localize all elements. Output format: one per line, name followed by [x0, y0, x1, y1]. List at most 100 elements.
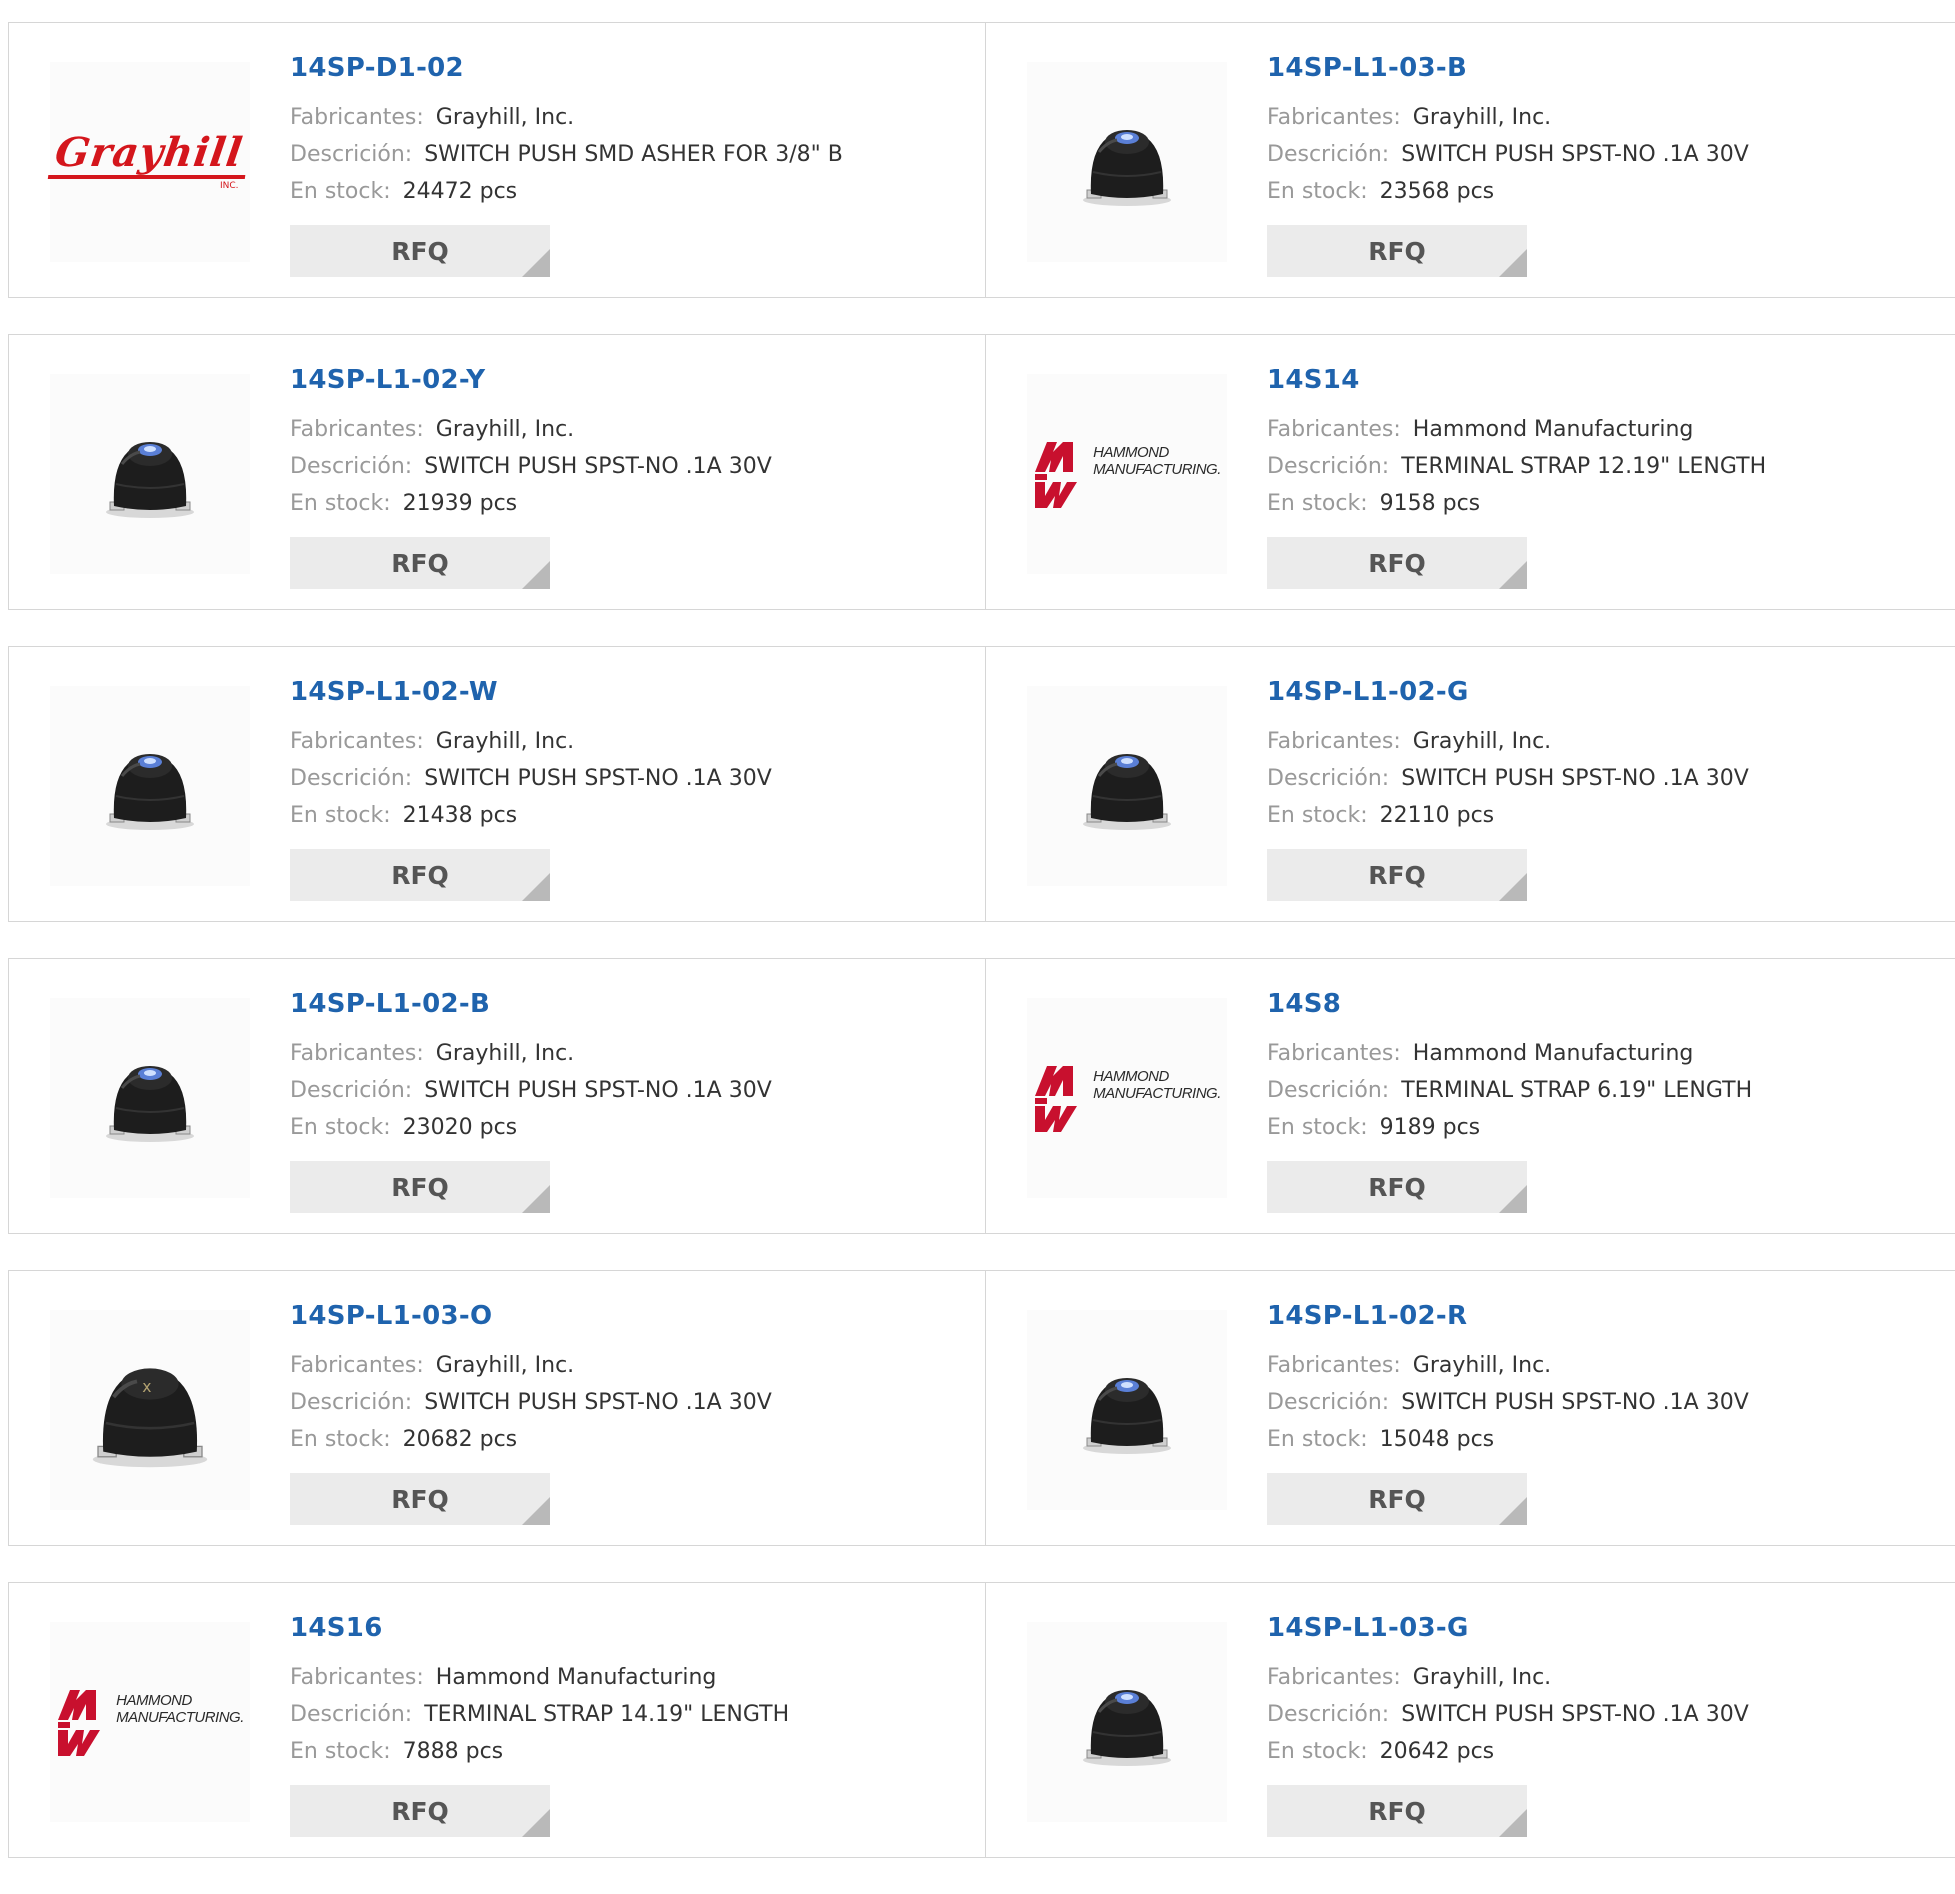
- part-number-link[interactable]: 14SP-L1-02-W: [290, 677, 772, 707]
- stock-label: En stock:: [1267, 1739, 1368, 1764]
- rfq-label: RFQ: [1368, 236, 1426, 266]
- stock-value: 20682 pcs: [402, 1427, 518, 1452]
- description-value: SWITCH PUSH SPST-NO .1A 30V: [1401, 1702, 1749, 1727]
- rfq-label: RFQ: [1368, 1172, 1426, 1202]
- product-card: 14SP-L1-03-B Fabricantes: Grayhill, Inc. …: [985, 22, 1955, 298]
- manufacturer-value: Hammond Manufacturing: [1412, 417, 1694, 442]
- description-row: Descrición: SWITCH PUSH SPST-NO .1A 30V: [1267, 760, 1749, 797]
- product-row: 14SP-L1-02-Y Fabricantes: Grayhill, Inc. …: [8, 334, 1955, 610]
- rfq-button[interactable]: RFQ: [290, 1473, 550, 1525]
- product-image[interactable]: [50, 998, 250, 1198]
- product-image[interactable]: [50, 374, 250, 574]
- manufacturer-value: Hammond Manufacturing: [1412, 1041, 1694, 1066]
- stock-row: En stock: 15048 pcs: [1267, 1421, 1749, 1458]
- hammond-mark-icon: [58, 1690, 101, 1756]
- product-row: 14SP-L1-02-W Fabricantes: Grayhill, Inc. …: [8, 646, 1955, 922]
- product-card: 14SP-L1-02-G Fabricantes: Grayhill, Inc. …: [985, 646, 1955, 922]
- product-image[interactable]: [50, 686, 250, 886]
- stock-label: En stock:: [290, 803, 391, 828]
- rfq-label: RFQ: [391, 236, 449, 266]
- product-card: HAMMOND MANUFACTURING. 14S8 Fabricantes:…: [985, 958, 1955, 1234]
- rfq-button[interactable]: RFQ: [290, 849, 550, 901]
- part-number-link[interactable]: 14SP-D1-02: [290, 53, 843, 83]
- product-image[interactable]: x: [50, 1310, 250, 1510]
- part-number-link[interactable]: 14S8: [1267, 989, 1752, 1019]
- stock-value: 21939 pcs: [402, 491, 518, 516]
- stock-value: 22110 pcs: [1379, 803, 1495, 828]
- manufacturer-label: Fabricantes:: [290, 417, 424, 442]
- stock-value: 15048 pcs: [1379, 1427, 1495, 1452]
- rfq-button[interactable]: RFQ: [290, 1785, 550, 1837]
- stock-row: En stock: 7888 pcs: [290, 1733, 789, 1770]
- rfq-label: RFQ: [391, 548, 449, 578]
- part-number-link[interactable]: 14SP-L1-02-R: [1267, 1301, 1749, 1331]
- rfq-label: RFQ: [1368, 1796, 1426, 1826]
- manufacturer-value: Grayhill, Inc.: [435, 1041, 575, 1066]
- product-image[interactable]: HAMMOND MANUFACTURING.: [1027, 374, 1227, 574]
- part-number-link[interactable]: 14SP-L1-03-B: [1267, 53, 1749, 83]
- product-image[interactable]: HAMMOND MANUFACTURING.: [50, 1622, 250, 1822]
- product-image[interactable]: [1027, 1310, 1227, 1510]
- part-number-link[interactable]: 14SP-L1-02-G: [1267, 677, 1749, 707]
- hammond-logo: HAMMOND MANUFACTURING.: [1033, 438, 1221, 510]
- rfq-label: RFQ: [391, 1484, 449, 1514]
- part-number-link[interactable]: 14SP-L1-02-Y: [290, 365, 772, 395]
- product-card: 14SP-L1-02-R Fabricantes: Grayhill, Inc. …: [985, 1270, 1955, 1546]
- product-card: x 14SP-L1-03-O Fabricantes: Grayhill, Inc…: [8, 1270, 986, 1546]
- description-label: Descrición:: [1267, 142, 1390, 167]
- manufacturer-row: Fabricantes: Grayhill, Inc.: [1267, 1347, 1749, 1384]
- product-info: 14SP-L1-03-B Fabricantes: Grayhill, Inc. …: [1267, 53, 1749, 210]
- part-number-link[interactable]: 14SP-L1-03-O: [290, 1301, 772, 1331]
- description-label: Descrición:: [290, 142, 413, 167]
- product-image[interactable]: Grayhill INC.: [48, 62, 252, 262]
- manufacturer-label: Fabricantes:: [1267, 729, 1401, 754]
- product-image[interactable]: [1027, 1622, 1227, 1822]
- corner-triangle-icon: [1499, 249, 1527, 277]
- product-info: 14S8 Fabricantes: Hammond Manufacturing D…: [1267, 989, 1752, 1146]
- description-value: SWITCH PUSH SMD ASHER FOR 3/8" B: [424, 142, 843, 167]
- description-value: SWITCH PUSH SPST-NO .1A 30V: [424, 766, 772, 791]
- manufacturer-label: Fabricantes:: [1267, 1353, 1401, 1378]
- product-image[interactable]: [1027, 62, 1227, 262]
- description-row: Descrición: SWITCH PUSH SPST-NO .1A 30V: [290, 760, 772, 797]
- part-number-link[interactable]: 14SP-L1-03-G: [1267, 1613, 1749, 1643]
- stock-label: En stock:: [1267, 1427, 1368, 1452]
- rfq-button[interactable]: RFQ: [290, 1161, 550, 1213]
- rfq-button[interactable]: RFQ: [290, 537, 550, 589]
- rfq-button[interactable]: RFQ: [1267, 1473, 1527, 1525]
- description-label: Descrición:: [1267, 766, 1390, 791]
- product-image[interactable]: HAMMOND MANUFACTURING.: [1027, 998, 1227, 1198]
- product-image[interactable]: [1027, 686, 1227, 886]
- product-info: 14S16 Fabricantes: Hammond Manufacturing …: [290, 1613, 789, 1770]
- product-row: x 14SP-L1-03-O Fabricantes: Grayhill, Inc…: [8, 1270, 1955, 1546]
- part-number-link[interactable]: 14S16: [290, 1613, 789, 1643]
- stock-value: 21438 pcs: [402, 803, 518, 828]
- rfq-button[interactable]: RFQ: [1267, 1785, 1527, 1837]
- rfq-button[interactable]: RFQ: [1267, 1161, 1527, 1213]
- part-number-link[interactable]: 14SP-L1-02-B: [290, 989, 772, 1019]
- stock-row: En stock: 20642 pcs: [1267, 1733, 1749, 1770]
- description-row: Descrición: SWITCH PUSH SPST-NO .1A 30V: [1267, 136, 1749, 173]
- product-info: 14SP-D1-02 Fabricantes: Grayhill, Inc. De…: [290, 53, 843, 210]
- stock-row: En stock: 23568 pcs: [1267, 173, 1749, 210]
- corner-triangle-icon: [1499, 1809, 1527, 1837]
- description-row: Descrición: SWITCH PUSH SPST-NO .1A 30V: [290, 1072, 772, 1109]
- manufacturer-label: Fabricantes:: [1267, 1665, 1401, 1690]
- push-switch-icon: [106, 442, 194, 518]
- corner-triangle-icon: [522, 1809, 550, 1837]
- description-value: SWITCH PUSH SPST-NO .1A 30V: [424, 1078, 772, 1103]
- part-number-link[interactable]: 14S14: [1267, 365, 1766, 395]
- description-label: Descrición:: [1267, 1078, 1390, 1103]
- description-value: SWITCH PUSH SPST-NO .1A 30V: [424, 454, 772, 479]
- rfq-button[interactable]: RFQ: [1267, 225, 1527, 277]
- rfq-button[interactable]: RFQ: [1267, 849, 1527, 901]
- rfq-label: RFQ: [1368, 1484, 1426, 1514]
- manufacturer-label: Fabricantes:: [290, 729, 424, 754]
- corner-triangle-icon: [522, 1497, 550, 1525]
- corner-triangle-icon: [1499, 873, 1527, 901]
- stock-label: En stock:: [1267, 1115, 1368, 1140]
- rfq-button[interactable]: RFQ: [290, 225, 550, 277]
- manufacturer-row: Fabricantes: Grayhill, Inc.: [290, 99, 843, 136]
- push-switch-icon: [1083, 130, 1171, 206]
- rfq-button[interactable]: RFQ: [1267, 537, 1527, 589]
